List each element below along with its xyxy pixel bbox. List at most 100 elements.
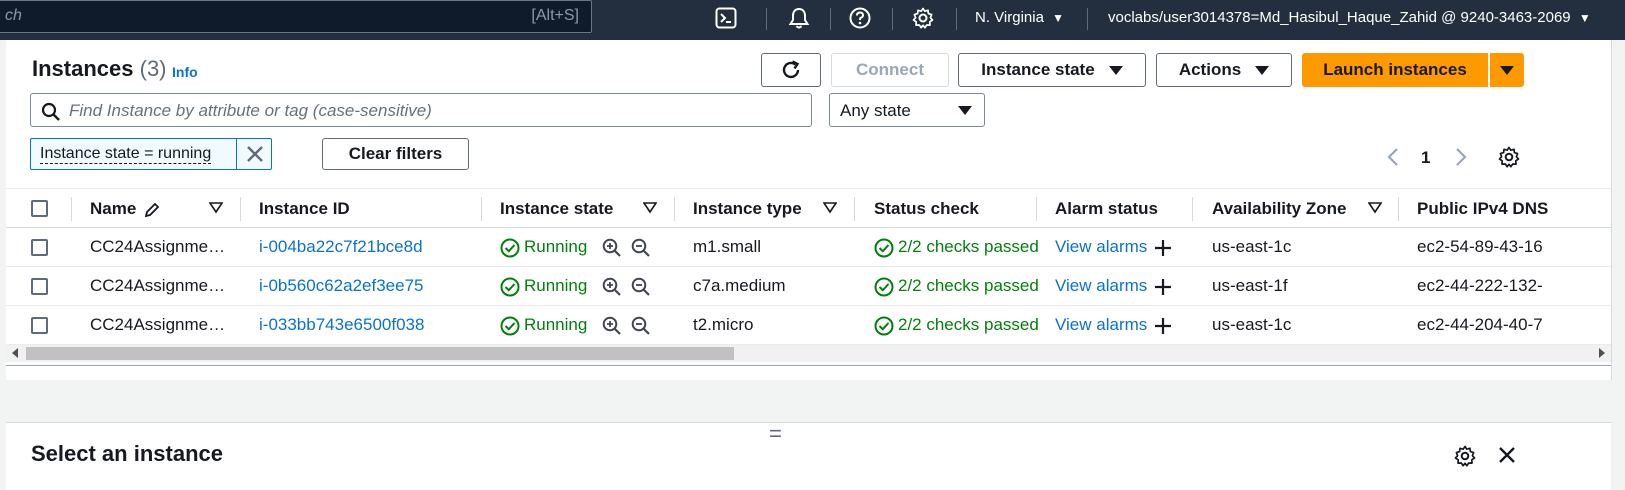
column-header-availability-zone[interactable]: Availability Zone (1212, 199, 1346, 219)
actions-button[interactable]: Actions (1156, 53, 1292, 87)
availability-zone-value: us-east-1f (1212, 276, 1288, 295)
launch-label: Launch instances (1323, 60, 1467, 79)
column-divider (674, 197, 675, 221)
add-alarm-plus-icon[interactable] (1153, 277, 1173, 297)
column-header-alarm-status[interactable]: Alarm status (1055, 199, 1158, 219)
instance-id-link[interactable]: i-004ba22c7f21bce8d (259, 237, 423, 257)
scroll-left-arrow-icon[interactable] (12, 348, 18, 358)
chevron-right-icon[interactable] (1452, 147, 1470, 167)
scroll-right-arrow-icon[interactable] (1599, 348, 1605, 358)
scrollbar-thumb[interactable] (26, 347, 734, 360)
cloudshell-icon[interactable] (714, 6, 738, 30)
success-check-icon (874, 277, 894, 297)
status-check-value: 2/2 checks passed (898, 315, 1039, 334)
split-panel-drag-handle[interactable]: = (769, 423, 782, 445)
instance-state-button[interactable]: Instance state (958, 53, 1146, 87)
launch-dropdown-button[interactable] (1490, 53, 1524, 87)
filter-token-label[interactable]: Instance state = running (40, 145, 212, 164)
topbar-divider (1087, 8, 1088, 30)
zoom-out-icon[interactable] (631, 316, 651, 336)
zoom-out-icon[interactable] (631, 238, 651, 258)
horizontal-scrollbar[interactable] (6, 345, 1611, 362)
filter-token: Instance state = running (30, 138, 272, 170)
column-divider (1398, 197, 1399, 221)
column-divider (854, 197, 855, 221)
state-filter-select[interactable]: Any state (829, 93, 985, 127)
split-panel-title: Select an instance (31, 441, 223, 466)
table-row[interactable]: CC24Assignme… i-033bb743e6500f038 Runnin… (6, 306, 1611, 345)
refresh-button[interactable] (761, 53, 821, 87)
global-search-input[interactable]: ch [Alt+S] (0, 0, 592, 33)
clear-filters-button[interactable]: Clear filters (322, 138, 469, 170)
instance-count: (3) (139, 56, 167, 81)
panel-divider (6, 365, 1611, 366)
row-checkbox[interactable] (31, 278, 48, 295)
select-all-checkbox[interactable] (31, 200, 48, 217)
zoom-out-icon[interactable] (631, 277, 651, 297)
zoom-in-icon[interactable] (602, 316, 622, 336)
availability-zone-value: us-east-1c (1212, 315, 1292, 334)
launch-instances-button[interactable]: Launch instances (1302, 53, 1488, 87)
instance-state-value: Running (524, 315, 588, 334)
instance-name: CC24Assignme… (90, 237, 226, 256)
sort-caret-icon[interactable] (643, 202, 657, 214)
split-panel-gear-icon[interactable] (1454, 445, 1476, 467)
sort-caret-icon[interactable] (1368, 202, 1382, 214)
column-header-instance-type[interactable]: Instance type (693, 199, 802, 219)
success-check-icon (874, 238, 894, 258)
vertical-scrollbar[interactable] (1611, 40, 1625, 380)
zoom-in-icon[interactable] (602, 238, 622, 258)
add-alarm-plus-icon[interactable] (1153, 316, 1173, 336)
column-divider (71, 197, 72, 221)
instance-id-link[interactable]: i-0b560c62a2ef3ee75 (259, 276, 423, 296)
bell-icon[interactable] (787, 6, 811, 30)
public-dns-value: ec2-54-89-43-16 (1417, 237, 1543, 256)
table-row[interactable]: CC24Assignme… i-004ba22c7f21bce8d Runnin… (6, 228, 1611, 267)
chevron-down-icon: ▼ (1052, 11, 1064, 25)
instance-state-value: Running (524, 237, 588, 256)
topbar-divider (892, 8, 893, 30)
sort-caret-icon[interactable] (209, 202, 223, 214)
column-header-instance-state[interactable]: Instance state (500, 199, 613, 219)
row-checkbox[interactable] (31, 317, 48, 334)
row-checkbox[interactable] (31, 239, 48, 256)
column-header-instance-id[interactable]: Instance ID (259, 199, 350, 219)
settings-icon[interactable] (911, 6, 935, 30)
instances-panel: Instances (3) Info Connect Instance stat… (6, 40, 1611, 380)
zoom-in-icon[interactable] (602, 277, 622, 297)
caret-down-icon (1108, 65, 1123, 75)
connect-button[interactable]: Connect (831, 53, 949, 87)
table-preferences-gear-icon[interactable] (1498, 146, 1520, 168)
account-menu[interactable]: voclabs/user3014378=Md_Hasibul_Haque_Zah… (1108, 9, 1591, 26)
column-header-public-dns[interactable]: Public IPv4 DNS (1417, 199, 1548, 219)
column-divider (481, 197, 482, 221)
remove-filter-button[interactable] (236, 138, 272, 170)
topbar-divider (956, 8, 957, 30)
page-title-text: Instances (32, 56, 134, 81)
chevron-left-icon[interactable] (1384, 147, 1402, 167)
public-dns-value: ec2-44-222-132- (1417, 276, 1543, 295)
info-link[interactable]: Info (172, 64, 198, 80)
column-header-status-check[interactable]: Status check (874, 199, 979, 219)
view-alarms-link[interactable]: View alarms (1055, 315, 1147, 335)
close-icon[interactable] (1497, 445, 1517, 465)
success-check-icon (500, 316, 520, 336)
column-header-name[interactable]: Name (90, 199, 136, 219)
region-label: N. Virginia (975, 9, 1044, 26)
sort-caret-icon[interactable] (823, 202, 837, 214)
status-check-value: 2/2 checks passed (898, 276, 1039, 295)
help-icon[interactable] (848, 6, 872, 30)
view-alarms-link[interactable]: View alarms (1055, 276, 1147, 296)
region-selector[interactable]: N. Virginia ▼ (975, 9, 1064, 26)
top-navigation: ch [Alt+S] N. Virginia ▼ voclabs/user301… (0, 0, 1625, 40)
instance-state-value: Running (524, 276, 588, 295)
page-number[interactable]: 1 (1421, 148, 1430, 168)
view-alarms-link[interactable]: View alarms (1055, 237, 1147, 257)
add-alarm-plus-icon[interactable] (1153, 238, 1173, 258)
connect-label: Connect (856, 60, 924, 79)
table-row[interactable]: CC24Assignme… i-0b560c62a2ef3ee75 Runnin… (6, 267, 1611, 306)
instance-id-link[interactable]: i-033bb743e6500f038 (259, 315, 424, 335)
instance-search-input[interactable]: Find Instance by attribute or tag (case-… (30, 93, 812, 127)
caret-down-icon (1255, 65, 1270, 75)
success-check-icon (874, 316, 894, 336)
